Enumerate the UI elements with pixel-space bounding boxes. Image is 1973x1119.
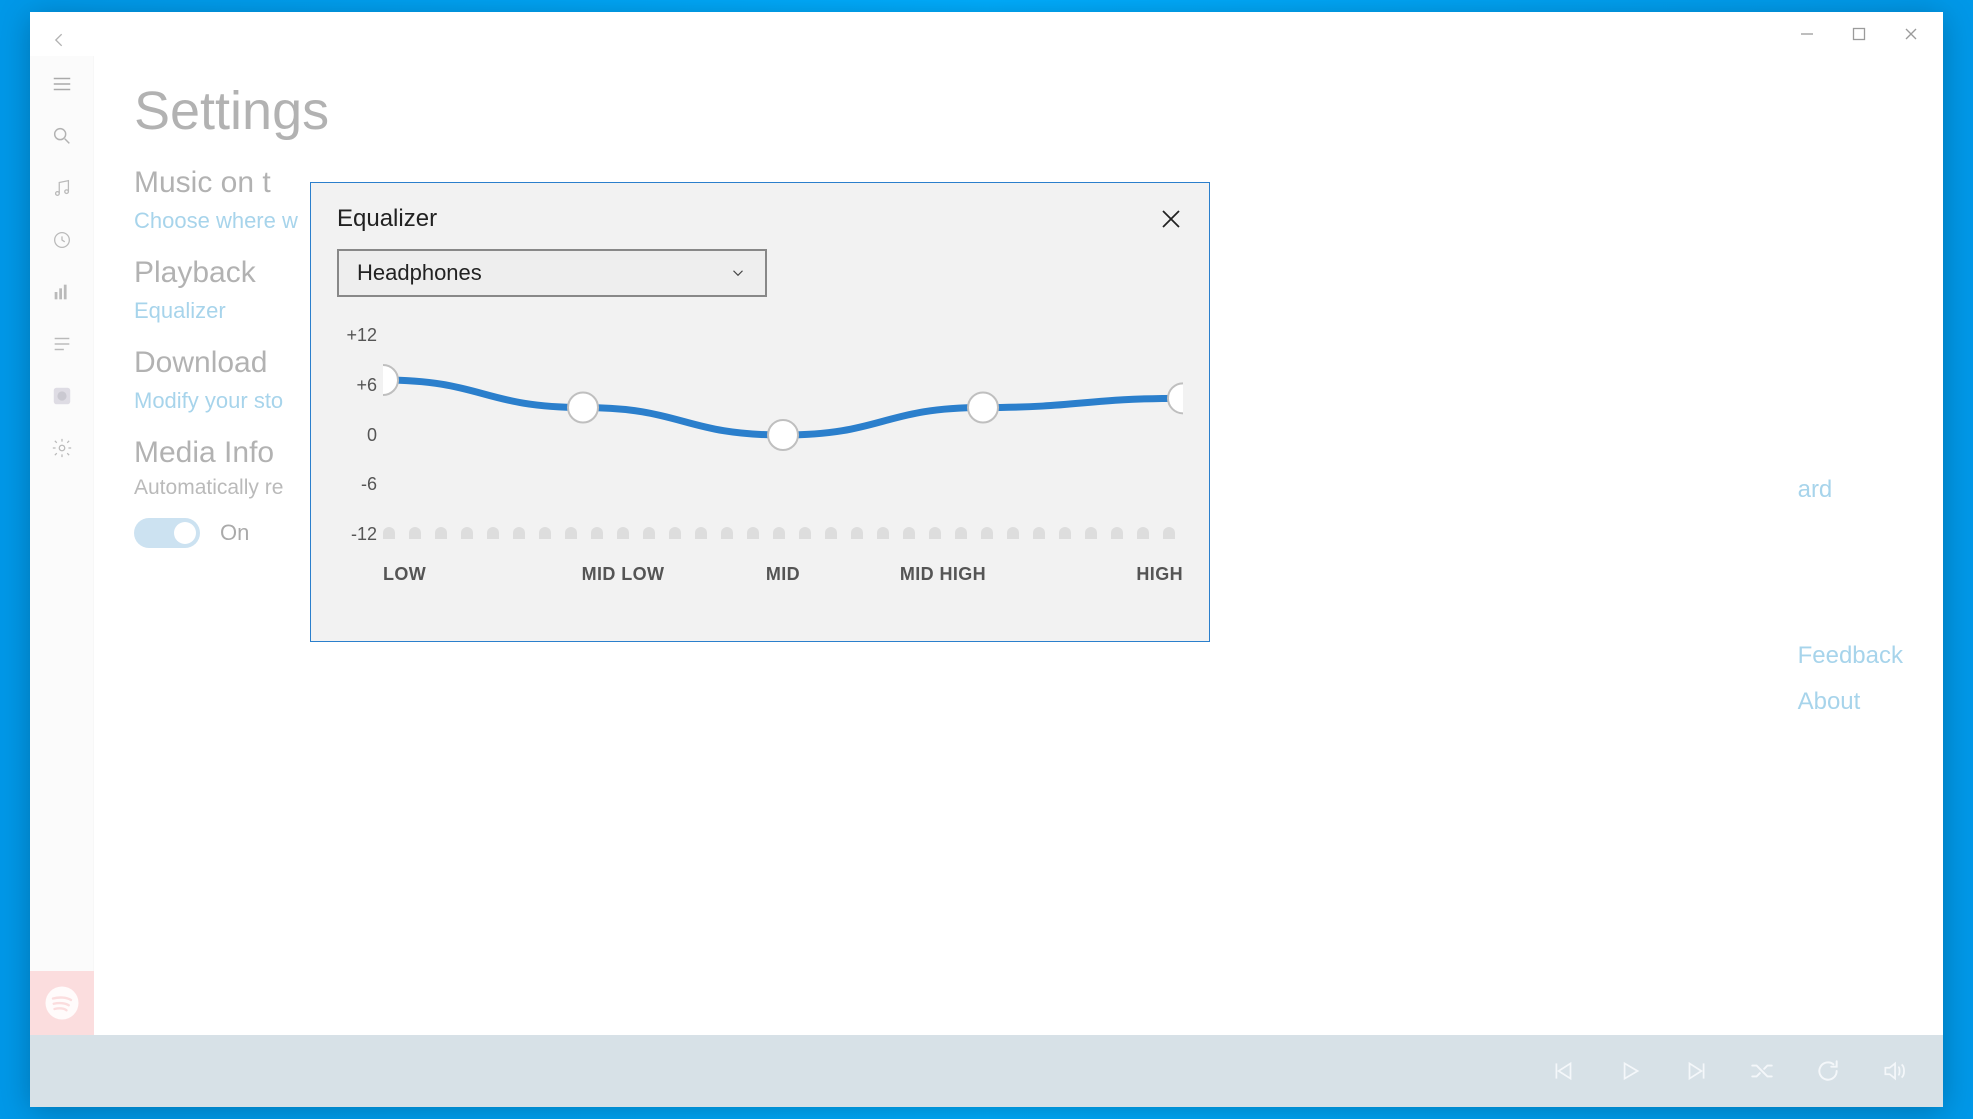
y-axis-labels: +12 +6 0 -6 -12 bbox=[337, 325, 383, 545]
preset-select[interactable]: Headphones bbox=[337, 249, 767, 297]
chevron-down-icon bbox=[729, 264, 747, 282]
eq-handle[interactable] bbox=[968, 393, 998, 423]
eq-handle[interactable] bbox=[768, 420, 798, 450]
eq-baseline-dots bbox=[383, 525, 1183, 539]
eq-handle[interactable] bbox=[568, 393, 598, 423]
dialog-close-button[interactable] bbox=[1159, 207, 1183, 231]
preset-select-value: Headphones bbox=[357, 260, 482, 286]
dialog-title: Equalizer bbox=[337, 205, 437, 233]
equalizer-dialog: Equalizer Headphones +12 +6 0 -6 -12 LOW… bbox=[310, 182, 1210, 642]
eq-handle[interactable] bbox=[383, 365, 398, 395]
app-window: Settings Music on t Choose where w Playb… bbox=[30, 12, 1943, 1107]
equalizer-chart: +12 +6 0 -6 -12 LOWMID LOWMIDMID HIGHHIG… bbox=[337, 325, 1183, 585]
x-axis-labels: LOWMID LOWMIDMID HIGHHIGH bbox=[383, 564, 1183, 585]
eq-handle[interactable] bbox=[1168, 383, 1183, 413]
eq-curve[interactable] bbox=[383, 325, 1183, 545]
